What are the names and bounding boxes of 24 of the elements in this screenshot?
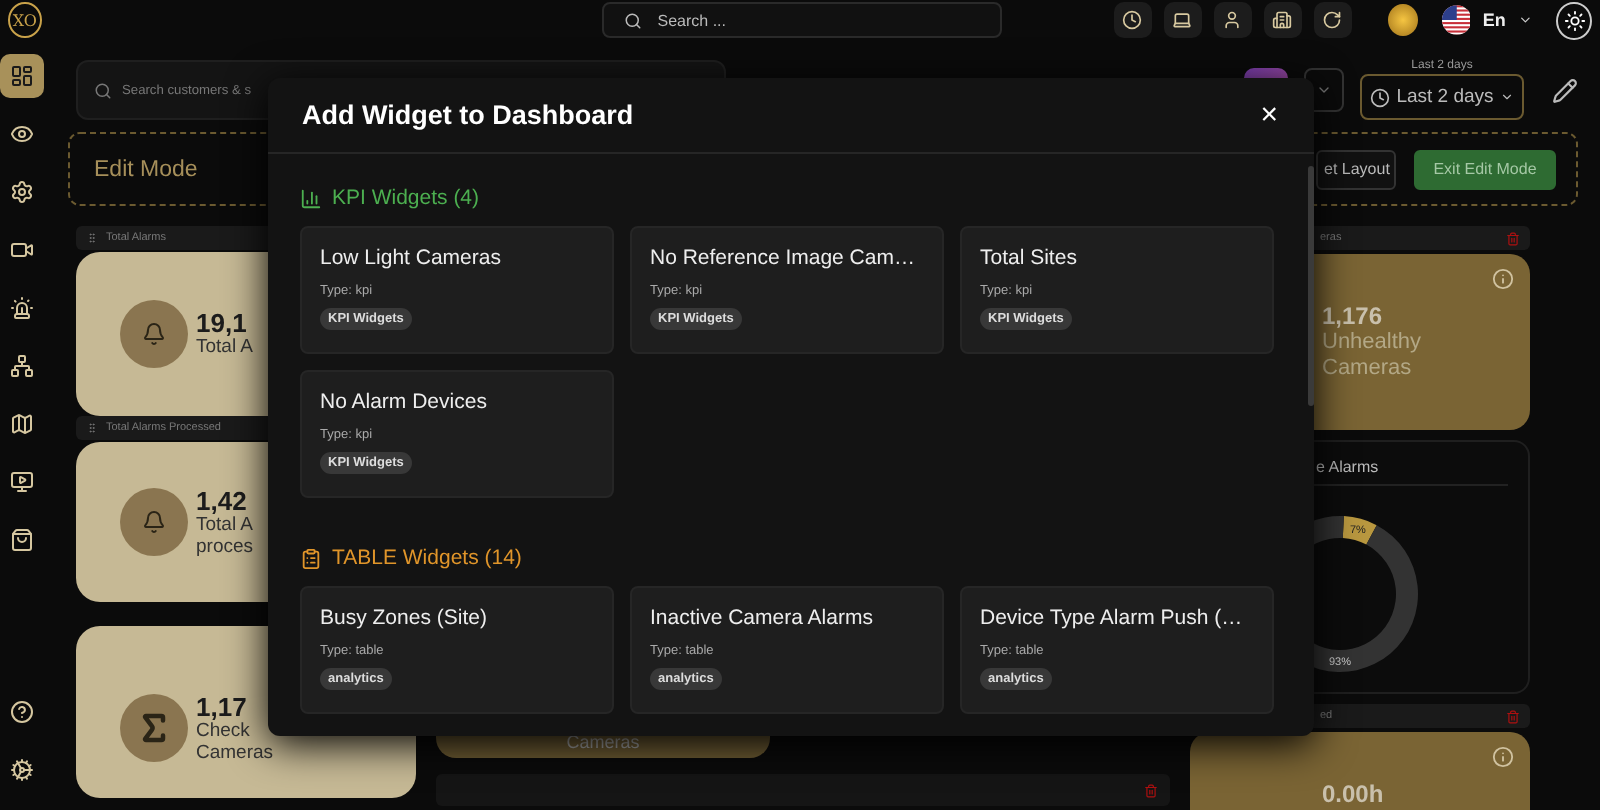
kpi-value: 1,176 xyxy=(1322,302,1385,331)
kpi-label: Cameras xyxy=(196,743,274,765)
kpi-label: proces xyxy=(196,537,254,559)
widget-name: No Alarm Devices xyxy=(320,390,487,414)
kpi-label: Check xyxy=(196,721,252,743)
kpi-label: Cameras xyxy=(1322,356,1414,382)
dialog-title: Add Widget to Dashboard xyxy=(302,100,634,130)
kpi-label: Unhealthy xyxy=(1322,330,1424,356)
widget-name: Inactive Camera Alarms xyxy=(650,606,873,630)
widget-name: Device Type Alarm Push (… xyxy=(980,606,1243,630)
widget-name: Busy Zones (Site) xyxy=(320,606,487,630)
widget-name: Total Sites xyxy=(980,246,1077,270)
widget-name: No Reference Image Cam… xyxy=(650,246,915,270)
widget-name: Low Light Cameras xyxy=(320,246,501,270)
kpi-label: Total A xyxy=(196,515,254,537)
edit-mode-title: Edit Mode xyxy=(94,157,198,181)
kpi-value: 1,17 xyxy=(196,691,249,722)
kpi-value: 0.00h xyxy=(1322,780,1386,808)
kpi-value: 19,1 xyxy=(196,308,249,339)
kpi-value: 1,42 xyxy=(196,485,249,516)
section-title: KPI Widgets (4) xyxy=(332,186,480,210)
kpi-label: Cameras xyxy=(566,732,640,752)
section-title: TABLE Widgets (14) xyxy=(332,546,522,570)
kpi-label: Total A xyxy=(196,338,254,360)
